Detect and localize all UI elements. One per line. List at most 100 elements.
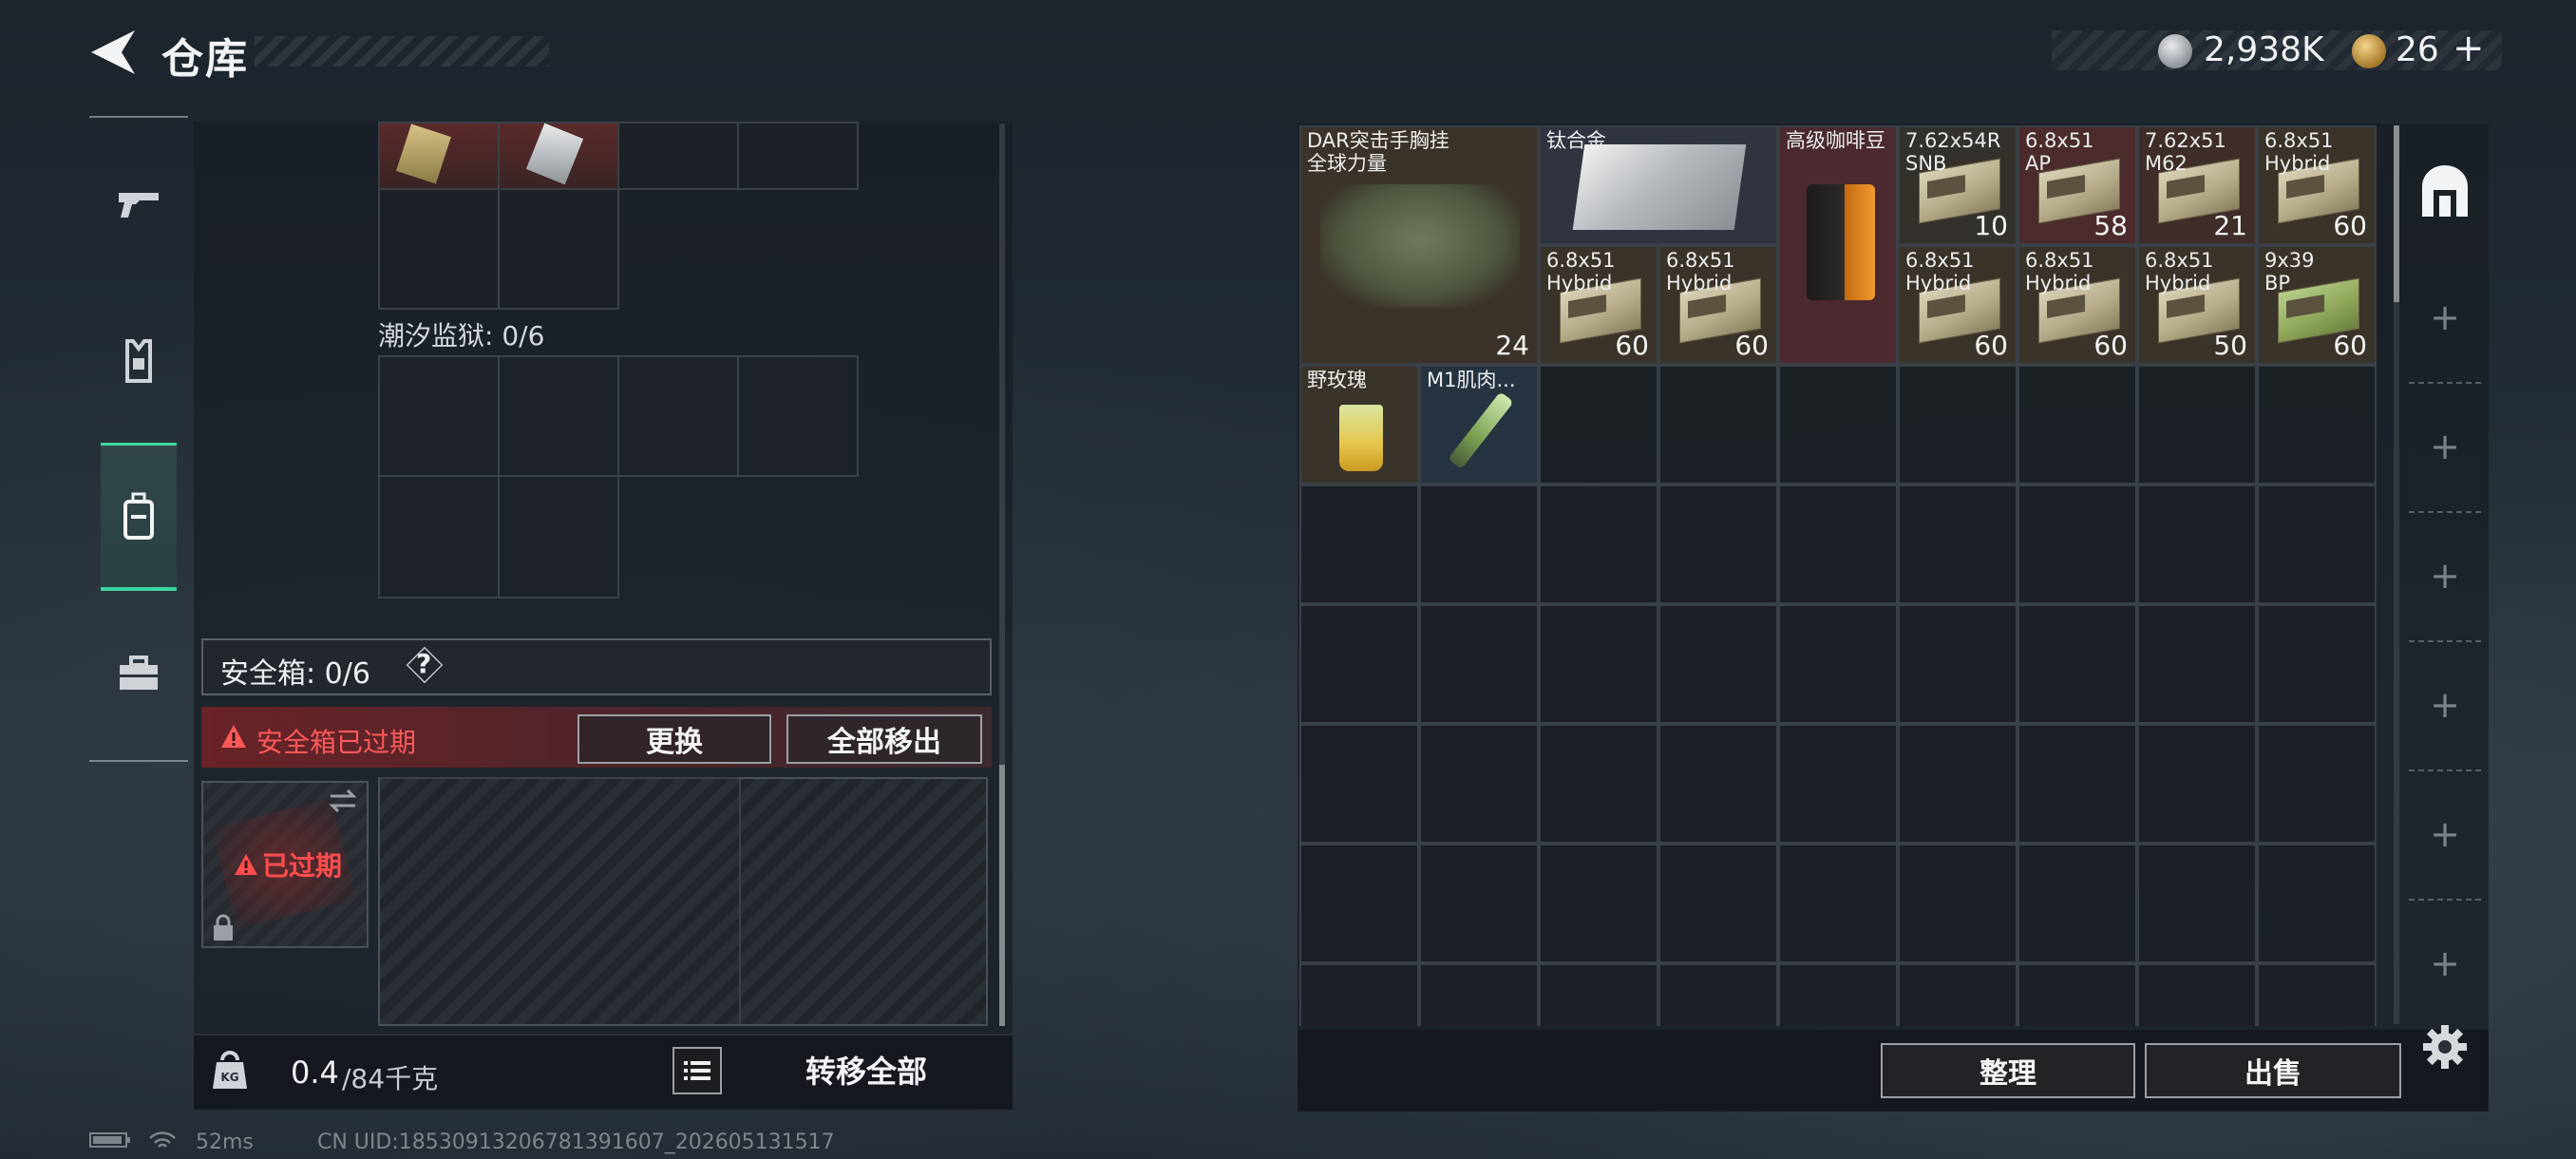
backpack-slot[interactable] (378, 188, 500, 310)
warehouse-empty-slot[interactable] (1658, 724, 1778, 844)
warehouse-empty-slot[interactable] (1299, 724, 1419, 844)
warehouse-empty-slot[interactable] (2137, 604, 2257, 724)
warehouse-empty-slot[interactable] (1539, 724, 1658, 844)
warehouse-empty-slot[interactable] (2257, 604, 2377, 724)
backpack-slot[interactable] (378, 122, 500, 190)
add-warehouse-tab[interactable]: + (2426, 944, 2464, 982)
warehouse-empty-slot[interactable] (2137, 365, 2257, 484)
nav-weapons[interactable] (101, 157, 177, 252)
warehouse-empty-slot[interactable] (2137, 484, 2257, 604)
container-slot[interactable] (737, 355, 859, 477)
warehouse-item-slot[interactable]: 6.8x51 Hybrid 60 (2257, 125, 2377, 245)
warehouse-empty-slot[interactable] (1299, 604, 1419, 724)
warehouse-item-slot[interactable]: 6.8x51 Hybrid 60 (1898, 245, 2017, 365)
warehouse-item-slot[interactable]: 6.8x51 Hybrid 60 (1658, 245, 1778, 365)
warehouse-empty-slot[interactable] (1898, 484, 2017, 604)
warehouse-empty-slot[interactable] (2257, 484, 2377, 604)
warehouse-empty-slot[interactable] (1778, 724, 1898, 844)
warehouse-empty-slot[interactable] (1658, 963, 1778, 1026)
warehouse-item-slot[interactable]: 高级咖啡豆 (1778, 125, 1898, 365)
warehouse-empty-slot[interactable] (1299, 484, 1419, 604)
warehouse-item-slot[interactable]: 6.8x51 AP 58 (2017, 125, 2137, 245)
warehouse-empty-slot[interactable] (1898, 844, 2017, 963)
warehouse-empty-slot[interactable] (1658, 365, 1778, 484)
warehouse-item-slot[interactable]: 6.8x51 Hybrid 50 (2137, 245, 2257, 365)
nav-backpack[interactable] (101, 443, 177, 591)
warehouse-empty-slot[interactable] (1419, 484, 1539, 604)
warehouse-item-slot[interactable]: 6.8x51 Hybrid 60 (1539, 245, 1658, 365)
right-scrollbar-thumb[interactable] (2394, 125, 2399, 302)
warehouse-empty-slot[interactable] (2017, 963, 2137, 1026)
warehouse-empty-slot[interactable] (1299, 844, 1419, 963)
nav-equipment[interactable] (101, 314, 177, 408)
warehouse-empty-slot[interactable] (1419, 604, 1539, 724)
warehouse-empty-slot[interactable] (1778, 604, 1898, 724)
warehouse-empty-slot[interactable] (2017, 724, 2137, 844)
warehouse-empty-slot[interactable] (2017, 844, 2137, 963)
container-slot[interactable] (498, 475, 619, 598)
help-icon[interactable]: ? (416, 648, 431, 679)
backpack-slot[interactable] (498, 122, 619, 190)
warehouse-tab-main[interactable] (2407, 125, 2483, 258)
warehouse-empty-slot[interactable] (1658, 604, 1778, 724)
sell-button[interactable]: 出售 (2145, 1043, 2401, 1098)
add-warehouse-tab[interactable]: + (2426, 686, 2464, 724)
warehouse-empty-slot[interactable] (1419, 724, 1539, 844)
warehouse-empty-slot[interactable] (2257, 724, 2377, 844)
warehouse-item-slot[interactable]: DAR突击手胸挂 全球力量 24 (1299, 125, 1539, 365)
warehouse-empty-slot[interactable] (1539, 484, 1658, 604)
warehouse-item-slot[interactable]: 7.62x51 M62 21 (2137, 125, 2257, 245)
left-scrollbar-thumb[interactable] (999, 765, 1005, 1026)
move-all-out-button[interactable]: 全部移出 (786, 714, 982, 764)
warehouse-empty-slot[interactable] (1778, 844, 1898, 963)
warehouse-empty-slot[interactable] (2257, 365, 2377, 484)
container-slot[interactable] (378, 475, 500, 598)
warehouse-empty-slot[interactable] (1778, 365, 1898, 484)
warehouse-empty-slot[interactable] (2137, 724, 2257, 844)
warehouse-item-slot[interactable]: 6.8x51 Hybrid 60 (2017, 245, 2137, 365)
warehouse-empty-slot[interactable] (1658, 844, 1778, 963)
add-currency-button[interactable]: + (2453, 27, 2485, 70)
backpack-slot[interactable] (617, 122, 739, 190)
warehouse-empty-slot[interactable] (1539, 365, 1658, 484)
add-warehouse-tab[interactable]: + (2426, 557, 2464, 595)
warehouse-item-slot[interactable]: 9x39 BP 60 (2257, 245, 2377, 365)
warehouse-empty-slot[interactable] (2017, 604, 2137, 724)
warehouse-empty-slot[interactable] (2137, 844, 2257, 963)
sort-button[interactable]: 整理 (1881, 1043, 2135, 1098)
warehouse-item-slot[interactable]: 钛合金 (1539, 125, 1778, 245)
replace-button[interactable]: 更换 (578, 714, 771, 764)
swap-icon[interactable] (327, 787, 359, 815)
warehouse-empty-slot[interactable] (1898, 724, 2017, 844)
warehouse-empty-slot[interactable] (1299, 963, 1419, 1026)
warehouse-empty-slot[interactable] (1778, 484, 1898, 604)
container-slot[interactable] (378, 355, 500, 477)
transfer-all-button[interactable]: 转移全部 (733, 1041, 999, 1098)
warehouse-empty-slot[interactable] (2257, 963, 2377, 1026)
add-warehouse-tab[interactable]: + (2426, 298, 2464, 336)
warehouse-empty-slot[interactable] (1419, 963, 1539, 1026)
add-warehouse-tab[interactable]: + (2426, 815, 2464, 853)
warehouse-item-slot[interactable]: M1肌肉... (1419, 365, 1539, 484)
warehouse-empty-slot[interactable] (1898, 604, 2017, 724)
container-slot[interactable] (617, 355, 739, 477)
warehouse-empty-slot[interactable] (2017, 365, 2137, 484)
warehouse-empty-slot[interactable] (1658, 484, 1778, 604)
backpack-slot[interactable] (498, 188, 619, 310)
warehouse-empty-slot[interactable] (1419, 844, 1539, 963)
list-view-button[interactable] (672, 1047, 722, 1094)
warehouse-empty-slot[interactable] (1898, 963, 2017, 1026)
warehouse-item-slot[interactable]: 7.62x54R SNB 10 (1898, 125, 2017, 245)
warehouse-empty-slot[interactable] (2257, 844, 2377, 963)
warehouse-empty-slot[interactable] (1539, 963, 1658, 1026)
nav-case[interactable] (101, 627, 177, 722)
backpack-slot[interactable] (737, 122, 859, 190)
container-slot[interactable] (498, 355, 619, 477)
gear-icon[interactable] (2420, 1022, 2470, 1072)
warehouse-item-slot[interactable]: 野玫瑰 (1299, 365, 1419, 484)
back-arrow-icon[interactable] (87, 28, 137, 76)
warehouse-empty-slot[interactable] (1898, 365, 2017, 484)
warehouse-empty-slot[interactable] (1778, 963, 1898, 1026)
add-warehouse-tab[interactable]: + (2426, 428, 2464, 466)
warehouse-empty-slot[interactable] (1539, 604, 1658, 724)
